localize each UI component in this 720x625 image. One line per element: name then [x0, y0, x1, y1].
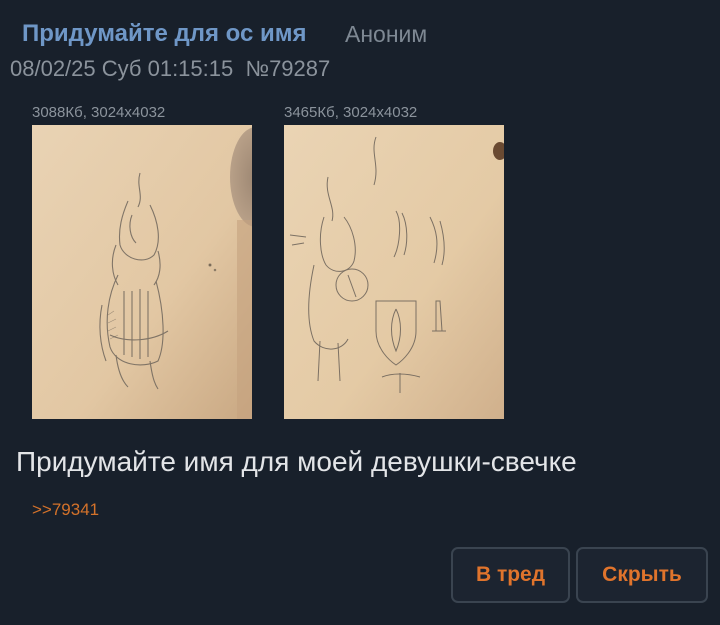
post-author: Аноним — [345, 21, 428, 47]
hide-button[interactable]: Скрыть — [576, 547, 708, 603]
post-subject: Придумайте для ос имя — [22, 20, 307, 47]
file-meta-2[interactable]: 3465Кб, 3024x4032 — [284, 104, 417, 121]
file-meta-1[interactable]: 3088Кб, 3024x4032 — [32, 104, 165, 121]
post-number[interactable]: №79287 — [245, 56, 330, 81]
file-thumbnail-2[interactable] — [284, 125, 504, 419]
post-date-number: 08/02/25 Суб 01:15:15 №79287 — [10, 56, 330, 82]
sketch-image-1 — [32, 125, 252, 419]
file-thumbnail-1[interactable] — [32, 125, 252, 419]
post-date: 08/02/25 Суб 01:15:15 — [10, 56, 234, 81]
post-message: Придумайте имя для моей девушки-свечке — [16, 446, 577, 477]
reply-link[interactable]: >>79341 — [32, 500, 99, 520]
to-thread-button[interactable]: В тред — [451, 547, 570, 603]
sketch-image-2 — [284, 125, 504, 419]
post: Придумайте для ос имя Аноним 08/02/25 Су… — [0, 0, 720, 625]
